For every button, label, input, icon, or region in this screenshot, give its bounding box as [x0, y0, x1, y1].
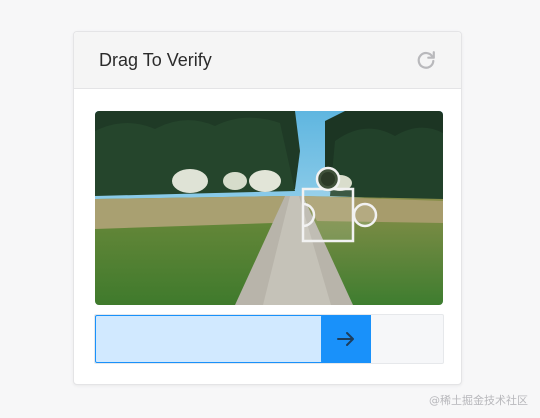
- arrow-right-icon: [337, 332, 354, 346]
- slider-handle[interactable]: [321, 315, 371, 363]
- slider-track[interactable]: [94, 314, 444, 364]
- captcha-card: Drag To Verify: [73, 31, 462, 385]
- captcha-title: Drag To Verify: [99, 50, 212, 70]
- refresh-icon[interactable]: [415, 49, 437, 71]
- watermark: @稀土掘金技术社区: [429, 394, 528, 407]
- card-header: Drag To Verify: [74, 32, 461, 89]
- puzzle-image: [95, 111, 443, 305]
